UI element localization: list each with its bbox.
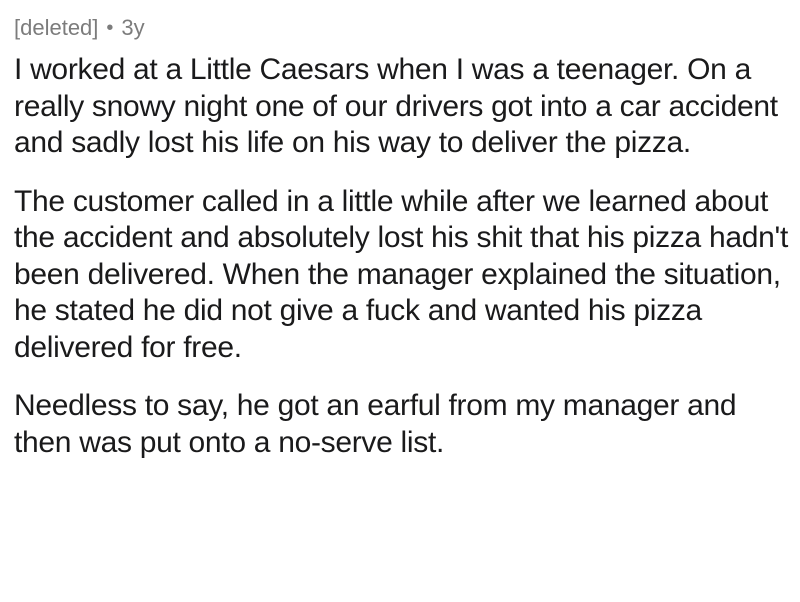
comment-paragraph-3: Needless to say, he got an earful from m… [14,389,737,459]
comment-age[interactable]: 3y [121,14,144,42]
comment-paragraph-2: The customer called in a little while af… [14,184,788,364]
comment-paragraph-1: I worked at a Little Caesars when I was … [14,53,778,159]
comment: [deleted] • 3y I worked at a Little Caes… [14,14,790,483]
comment-meta: [deleted] • 3y [14,14,790,42]
comment-author[interactable]: [deleted] [14,14,98,42]
meta-separator: • [106,17,114,39]
